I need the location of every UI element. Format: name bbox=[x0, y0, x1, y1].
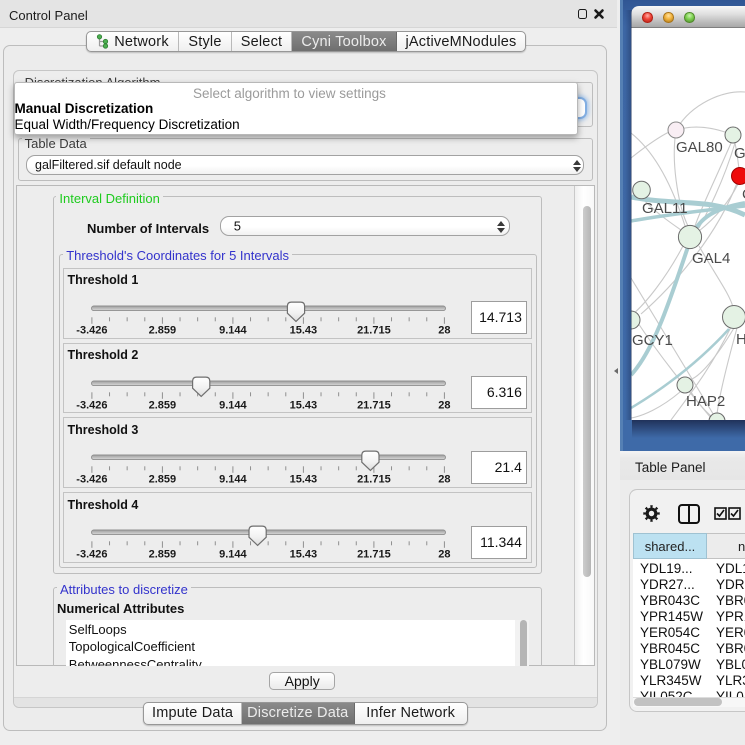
svg-text:28: 28 bbox=[438, 399, 450, 411]
svg-text:H: H bbox=[736, 331, 745, 348]
svg-text:15.43: 15.43 bbox=[290, 324, 318, 336]
svg-text:21.715: 21.715 bbox=[357, 324, 391, 336]
svg-text:9.144: 9.144 bbox=[219, 399, 247, 411]
svg-text:GAL4: GAL4 bbox=[692, 250, 730, 267]
svg-text:21.715: 21.715 bbox=[357, 549, 391, 561]
svg-text:GAL11: GAL11 bbox=[642, 200, 688, 217]
svg-text:GCY1: GCY1 bbox=[632, 332, 673, 349]
svg-text:2.859: 2.859 bbox=[149, 399, 177, 411]
svg-text:2.859: 2.859 bbox=[149, 549, 177, 561]
svg-text:28: 28 bbox=[438, 474, 450, 486]
svg-text:HAP2: HAP2 bbox=[686, 393, 725, 410]
svg-text:2.859: 2.859 bbox=[149, 474, 177, 486]
svg-text:21.715: 21.715 bbox=[357, 399, 391, 411]
svg-text:-3.426: -3.426 bbox=[76, 399, 107, 411]
svg-text:GA: GA bbox=[734, 145, 745, 162]
svg-text:15.43: 15.43 bbox=[290, 399, 318, 411]
svg-text:9.144: 9.144 bbox=[219, 324, 247, 336]
svg-text:GAL80: GAL80 bbox=[676, 139, 723, 156]
svg-text:15.43: 15.43 bbox=[290, 549, 318, 561]
svg-text:21.715: 21.715 bbox=[357, 474, 391, 486]
svg-text:28: 28 bbox=[438, 324, 450, 336]
svg-text:15.43: 15.43 bbox=[290, 474, 318, 486]
svg-text:9.144: 9.144 bbox=[219, 474, 247, 486]
svg-text:-3.426: -3.426 bbox=[76, 324, 107, 336]
svg-text:2.859: 2.859 bbox=[149, 324, 177, 336]
svg-text:28: 28 bbox=[438, 549, 450, 561]
svg-text:-3.426: -3.426 bbox=[76, 549, 107, 561]
svg-text:9.144: 9.144 bbox=[219, 549, 247, 561]
svg-text:-3.426: -3.426 bbox=[76, 474, 107, 486]
